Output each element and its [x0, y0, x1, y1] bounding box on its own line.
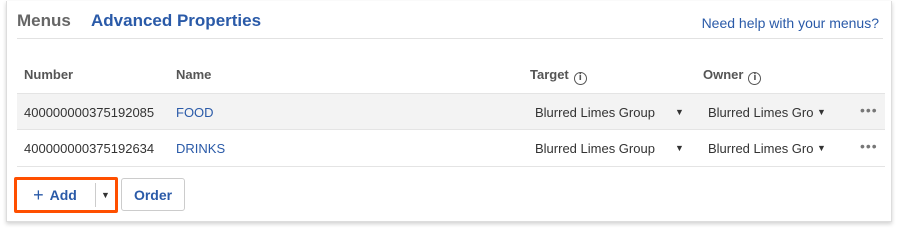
owner-select-value: Blurred Limes Group	[708, 141, 814, 156]
tab-menus[interactable]: Menus	[17, 11, 71, 31]
add-dropdown-toggle[interactable]: ▼	[96, 180, 115, 210]
target-select[interactable]: Blurred Limes Group ▼	[535, 141, 684, 156]
target-select[interactable]: Blurred Limes Group ▼	[535, 105, 684, 120]
menu-name-link[interactable]: FOOD	[176, 105, 214, 120]
column-header-number[interactable]: Number	[24, 67, 73, 82]
info-icon[interactable]: i	[573, 72, 587, 85]
target-select-value: Blurred Limes Group	[535, 141, 655, 156]
menu-number: 400000000375192085	[24, 105, 155, 120]
add-button-label: Add	[49, 187, 77, 203]
add-button[interactable]: + Add	[17, 180, 93, 210]
info-icon[interactable]: i	[748, 72, 762, 85]
caret-down-icon: ▼	[675, 107, 684, 117]
table-row: 400000000375192085 FOOD Blurred Limes Gr…	[17, 93, 885, 130]
add-split-button: + Add ▼	[14, 177, 118, 213]
owner-select[interactable]: Blurred Limes Group▼	[708, 141, 828, 156]
caret-down-icon: ▼	[101, 190, 110, 200]
column-header-owner-label: Owner	[703, 67, 744, 82]
plus-icon: +	[33, 185, 44, 205]
menu-name-link[interactable]: DRINKS	[176, 141, 225, 156]
help-link[interactable]: Need help with your menus?	[702, 15, 879, 31]
caret-down-icon: ▼	[675, 143, 684, 153]
column-header-name[interactable]: Name	[176, 67, 211, 82]
column-header-target-label: Target	[530, 67, 569, 82]
column-header-owner: Owner i	[703, 67, 762, 85]
caret-down-icon: ▼	[817, 143, 826, 153]
order-button[interactable]: Order	[121, 178, 185, 211]
tab-advanced-properties[interactable]: Advanced Properties	[91, 11, 261, 31]
caret-down-icon: ▼	[817, 107, 826, 117]
table-row: 400000000375192634 DRINKS Blurred Limes …	[17, 130, 885, 167]
header-divider	[17, 38, 883, 39]
target-select-value: Blurred Limes Group	[535, 105, 655, 120]
column-header-target: Target i	[530, 67, 587, 85]
owner-select[interactable]: Blurred Limes Group▼	[708, 105, 828, 120]
more-options-icon[interactable]: •••	[860, 138, 878, 154]
owner-select-value: Blurred Limes Group	[708, 105, 814, 120]
menu-number: 400000000375192634	[24, 141, 155, 156]
more-options-icon[interactable]: •••	[860, 102, 878, 118]
